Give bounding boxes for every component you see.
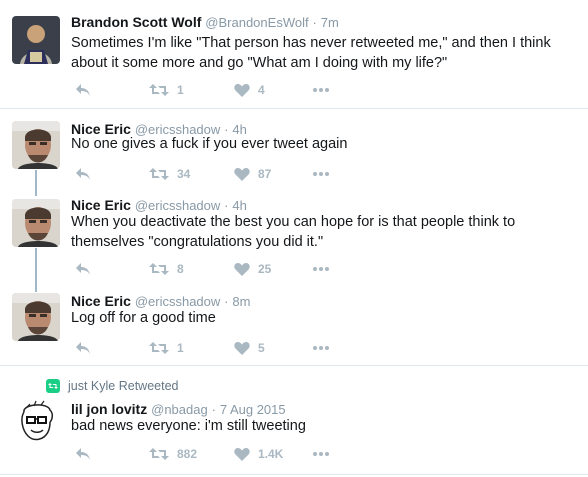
more-button[interactable] xyxy=(313,164,329,184)
reply-icon xyxy=(75,167,91,181)
separator-dot: · xyxy=(211,402,216,417)
tweet-1[interactable]: Brandon Scott Wolf @BrandonEsWolf · 7m S… xyxy=(0,0,588,108)
author-handle[interactable]: @ericsshadow xyxy=(135,198,220,213)
heart-icon xyxy=(234,83,250,97)
retweet-count: 8 xyxy=(177,262,184,276)
like-button[interactable]: 5 xyxy=(234,338,265,358)
reply-icon xyxy=(75,341,91,355)
retweet-context-label: just Kyle Retweeted xyxy=(68,379,179,393)
more-icon xyxy=(313,452,329,456)
author-handle[interactable]: @nbadag xyxy=(151,402,208,417)
retweet-icon xyxy=(149,167,169,181)
reply-button[interactable] xyxy=(75,164,91,184)
retweet-button[interactable]: 8 xyxy=(149,259,184,279)
author-name[interactable]: Nice Eric xyxy=(71,293,131,309)
tweet-text: Log off for a good time xyxy=(71,310,216,326)
tweet-text: When you deactivate the best you can hop… xyxy=(71,214,516,250)
more-button[interactable] xyxy=(313,80,329,100)
author-handle[interactable]: @BrandonEsWolf xyxy=(205,15,308,30)
retweet-count: 1 xyxy=(177,341,184,355)
divider xyxy=(0,474,588,475)
like-count: 87 xyxy=(258,167,272,181)
author-name[interactable]: lil jon lovitz xyxy=(71,401,147,417)
retweet-icon xyxy=(149,262,169,276)
reply-icon xyxy=(75,447,91,461)
more-icon xyxy=(313,88,329,92)
more-button[interactable] xyxy=(313,338,329,358)
retweet-icon xyxy=(46,379,60,393)
timestamp[interactable]: 4h xyxy=(232,198,246,213)
reply-icon xyxy=(75,262,91,276)
tweet-actions: 882 1.4K xyxy=(71,444,371,464)
retweet-button[interactable]: 1 xyxy=(149,80,184,100)
tweet-3[interactable]: Nice Eric @ericsshadow · 4h When you dea… xyxy=(0,189,588,285)
retweet-count: 34 xyxy=(177,167,191,181)
tweet-5[interactable]: lil jon lovitz @nbadag · 7 Aug 2015 bad … xyxy=(0,394,588,474)
more-icon xyxy=(313,267,329,271)
like-button[interactable]: 25 xyxy=(234,259,271,279)
like-count: 1.4K xyxy=(258,447,284,461)
like-count: 5 xyxy=(258,341,265,355)
retweet-icon xyxy=(149,447,169,461)
divider xyxy=(0,365,588,366)
more-button[interactable] xyxy=(313,259,329,279)
tweet-text: bad news everyone: i'm still tweeting xyxy=(71,418,306,434)
timestamp[interactable]: 7 Aug 2015 xyxy=(220,402,286,417)
tweet-actions: 1 4 xyxy=(71,80,371,100)
tweet-2[interactable]: Nice Eric @ericsshadow · 4h No one gives… xyxy=(0,109,588,189)
retweet-icon xyxy=(149,341,169,355)
author-name[interactable]: Brandon Scott Wolf xyxy=(71,14,201,30)
heart-icon xyxy=(234,262,250,276)
heart-icon xyxy=(234,447,250,461)
reply-button[interactable] xyxy=(75,259,91,279)
tweet-4[interactable]: Nice Eric @ericsshadow · 8m Log off for … xyxy=(0,285,588,365)
author-handle[interactable]: @ericsshadow xyxy=(135,294,220,309)
like-count: 25 xyxy=(258,262,272,276)
more-icon xyxy=(313,346,329,350)
reply-icon xyxy=(75,83,91,97)
avatar[interactable] xyxy=(12,121,60,169)
more-button[interactable] xyxy=(313,444,329,464)
like-count: 4 xyxy=(258,83,265,97)
retweet-icon xyxy=(149,83,169,97)
author-name[interactable]: Nice Eric xyxy=(71,197,131,213)
reply-button[interactable] xyxy=(75,80,91,100)
reply-button[interactable] xyxy=(75,444,91,464)
retweet-button[interactable]: 34 xyxy=(149,164,190,184)
more-icon xyxy=(313,172,329,176)
like-button[interactable]: 87 xyxy=(234,164,271,184)
heart-icon xyxy=(234,341,250,355)
like-button[interactable]: 1.4K xyxy=(234,444,283,464)
avatar[interactable] xyxy=(12,293,60,341)
tweet-actions: 34 87 xyxy=(71,164,371,184)
heart-icon xyxy=(234,167,250,181)
retweet-button[interactable]: 1 xyxy=(149,338,184,358)
tweet-actions: 8 25 xyxy=(71,259,371,279)
reply-button[interactable] xyxy=(75,338,91,358)
avatar[interactable] xyxy=(12,199,60,247)
timestamp[interactable]: 8m xyxy=(232,294,250,309)
retweet-context[interactable]: just Kyle Retweeted xyxy=(46,378,178,394)
separator-dot: · xyxy=(224,198,229,213)
retweet-button[interactable]: 882 xyxy=(149,444,197,464)
tweet-text: No one gives a fuck if you ever tweet ag… xyxy=(71,136,348,152)
timestamp[interactable]: 7m xyxy=(321,15,339,30)
avatar[interactable] xyxy=(14,400,58,444)
separator-dot: · xyxy=(312,15,317,30)
retweet-count: 1 xyxy=(177,83,184,97)
avatar[interactable] xyxy=(12,16,60,64)
like-button[interactable]: 4 xyxy=(234,80,265,100)
tweet-actions: 1 5 xyxy=(71,338,371,358)
separator-dot: · xyxy=(224,294,229,309)
tweet-text: Sometimes I'm like "That person has neve… xyxy=(71,35,551,71)
retweet-count: 882 xyxy=(177,447,198,461)
